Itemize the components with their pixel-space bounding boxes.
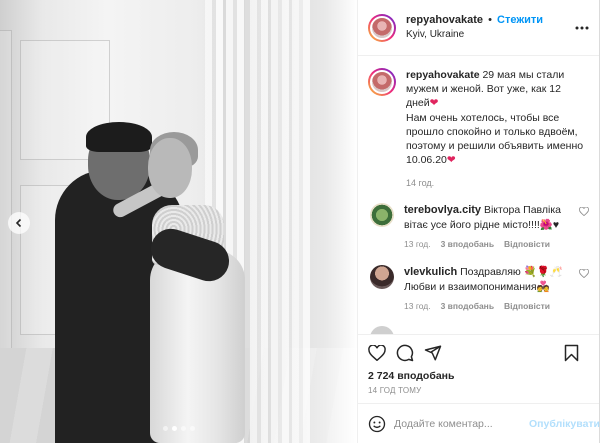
chevron-left-icon bbox=[15, 218, 22, 228]
bride-dress bbox=[150, 250, 245, 443]
post-caption: repyahovakate 29 мая мы стали мужем и же… bbox=[368, 68, 589, 189]
share-icon bbox=[424, 345, 442, 360]
carousel-dots bbox=[0, 426, 357, 431]
comment-input[interactable] bbox=[394, 417, 529, 430]
publish-button[interactable]: Опублікувати bbox=[529, 418, 600, 430]
instagram-post: repyahovakate • Стежити Kyiv, Ukraine re… bbox=[0, 0, 600, 443]
carousel-dot bbox=[180, 426, 186, 431]
comment-icon bbox=[396, 344, 414, 361]
emoji-button[interactable] bbox=[368, 415, 386, 433]
post-photo[interactable] bbox=[0, 0, 357, 443]
comment-item: vlevkulich Поздравляю 💐🌹🥂 Любви и взаимо… bbox=[368, 264, 589, 312]
comment-button[interactable] bbox=[396, 344, 414, 362]
carousel-prev-button[interactable] bbox=[8, 212, 30, 234]
more-icon bbox=[575, 26, 589, 30]
caption-text-2: Нам очень хотелось, чтобы все прошло спо… bbox=[406, 111, 584, 167]
author-avatar[interactable] bbox=[368, 13, 396, 42]
comment-item: terebovlya.city Віктора Павліка вітає ус… bbox=[368, 203, 589, 250]
caption-avatar[interactable] bbox=[368, 68, 396, 96]
red-heart-icon: ❤ bbox=[429, 97, 439, 110]
separator-dot: • bbox=[488, 14, 492, 27]
heart-icon bbox=[579, 207, 589, 217]
commenter-avatar[interactable] bbox=[370, 326, 394, 334]
author-username[interactable]: repyahovakate bbox=[406, 14, 483, 26]
add-comment-bar: Опублікувати bbox=[358, 403, 600, 443]
commenter-avatar[interactable] bbox=[370, 264, 394, 289]
share-button[interactable] bbox=[424, 344, 442, 362]
like-button[interactable] bbox=[368, 344, 386, 361]
emoji-icon bbox=[368, 415, 386, 432]
heart-icon bbox=[579, 268, 589, 278]
red-heart-icon: ❤ bbox=[446, 154, 456, 167]
comment-likes[interactable]: 3 вподобань bbox=[441, 239, 494, 250]
post-sidebar: repyahovakate • Стежити Kyiv, Ukraine re… bbox=[357, 0, 600, 443]
comment-likes[interactable]: 3 вподобань bbox=[441, 301, 494, 312]
post-timestamp[interactable]: 14 ГОД ТОМУ bbox=[358, 382, 599, 403]
bride-head bbox=[148, 138, 192, 198]
commenter-username[interactable]: vlevkulich bbox=[404, 266, 457, 278]
post-location[interactable]: Kyiv, Ukraine bbox=[406, 28, 543, 42]
likes-count[interactable]: 2 724 вподобань bbox=[358, 370, 599, 382]
caption-username[interactable]: repyahovakate bbox=[406, 69, 480, 81]
carousel-dot-active bbox=[171, 426, 177, 431]
comments-list[interactable]: repyahovakate 29 мая мы стали мужем и же… bbox=[358, 56, 599, 334]
reply-button[interactable]: Відповісти bbox=[504, 301, 550, 312]
more-options-button[interactable] bbox=[575, 21, 589, 33]
comment-time[interactable]: 13 год. bbox=[404, 301, 431, 312]
caption-time[interactable]: 14 год. bbox=[406, 177, 586, 189]
comment-item-partial bbox=[368, 326, 589, 334]
commenter-avatar[interactable] bbox=[370, 203, 394, 228]
post-header: repyahovakate • Стежити Kyiv, Ukraine bbox=[358, 0, 599, 56]
carousel-dot bbox=[162, 426, 168, 431]
heart-icon bbox=[368, 344, 386, 361]
bookmark-icon bbox=[564, 344, 579, 361]
wall-panel bbox=[0, 30, 12, 350]
commenter-username[interactable]: terebovlya.city bbox=[404, 204, 481, 216]
save-button[interactable] bbox=[564, 344, 579, 362]
comment-time[interactable]: 13 год. bbox=[404, 239, 431, 250]
comment-like-button[interactable] bbox=[579, 207, 589, 219]
window-light bbox=[247, 0, 357, 443]
follow-button[interactable]: Стежити bbox=[497, 14, 543, 26]
groom-hair bbox=[86, 122, 152, 152]
action-bar bbox=[358, 334, 599, 370]
reply-button[interactable]: Відповісти bbox=[504, 239, 550, 250]
carousel-dot bbox=[189, 426, 195, 431]
comment-like-button[interactable] bbox=[579, 268, 589, 281]
